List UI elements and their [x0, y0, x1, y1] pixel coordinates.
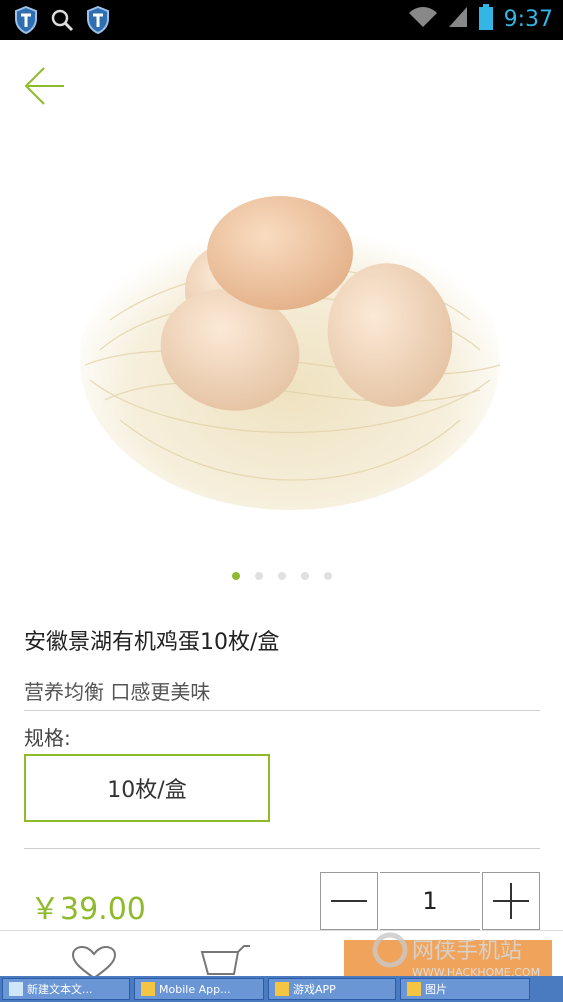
- product-title: 安徽景湖有机鸡蛋10枚/盒: [24, 630, 280, 655]
- heart-icon: [71, 945, 117, 980]
- clock: 9:37: [503, 6, 553, 32]
- folder-icon: [275, 982, 289, 996]
- plus-icon: [493, 883, 529, 919]
- gallery-pager: [0, 572, 563, 580]
- back-button[interactable]: [22, 62, 70, 110]
- increase-quantity-button[interactable]: [482, 872, 540, 930]
- shield-icon: [86, 5, 110, 38]
- quantity-value[interactable]: 1: [380, 872, 480, 930]
- back-arrow-icon: [24, 67, 64, 105]
- battery-icon: [478, 4, 494, 34]
- signal-icon: [448, 5, 468, 33]
- divider: [24, 848, 540, 849]
- document-icon: [9, 982, 23, 996]
- spec-option-10-per-box[interactable]: 10枚/盒: [24, 754, 270, 822]
- taskbar-item[interactable]: 图片: [400, 978, 530, 1000]
- taskbar-item[interactable]: 新建文本文...: [2, 978, 130, 1000]
- watermark: 网侠手机站 WWW.HACKHOME.COM: [372, 930, 562, 979]
- pager-dot[interactable]: [231, 572, 240, 580]
- desktop-taskbar: 新建文本文... Mobile App... 游戏APP 图片: [0, 976, 563, 1002]
- pager-dot[interactable]: [254, 572, 263, 580]
- divider: [24, 710, 540, 711]
- pager-dot[interactable]: [323, 572, 332, 580]
- spec-label: 规格:: [24, 726, 71, 750]
- taskbar-item-label: 图片: [425, 983, 447, 996]
- cart-icon: [200, 945, 250, 975]
- wifi-icon: [408, 5, 438, 33]
- taskbar-item-label: 新建文本文...: [27, 983, 93, 996]
- product-image[interactable]: [60, 120, 520, 540]
- pager-dot[interactable]: [300, 572, 309, 580]
- quantity-stepper: 1: [320, 872, 540, 930]
- taskbar-item-label: 游戏APP: [293, 983, 336, 996]
- shield-icon: [14, 5, 38, 38]
- product-price: ￥39.00: [30, 892, 146, 927]
- minus-icon: [331, 900, 367, 902]
- decrease-quantity-button[interactable]: [320, 872, 378, 930]
- taskbar-item-label: Mobile App...: [159, 982, 231, 996]
- taskbar-item[interactable]: Mobile App...: [134, 978, 264, 1000]
- watermark-text: 网侠手机站: [412, 939, 522, 964]
- search-icon: [50, 8, 74, 36]
- folder-icon: [141, 982, 155, 996]
- pager-dot[interactable]: [277, 572, 286, 580]
- taskbar-item[interactable]: 游戏APP: [268, 978, 396, 1000]
- product-subtitle: 营养均衡 口感更美味: [24, 680, 211, 704]
- folder-icon: [407, 982, 421, 996]
- status-bar: 9:37: [0, 0, 563, 40]
